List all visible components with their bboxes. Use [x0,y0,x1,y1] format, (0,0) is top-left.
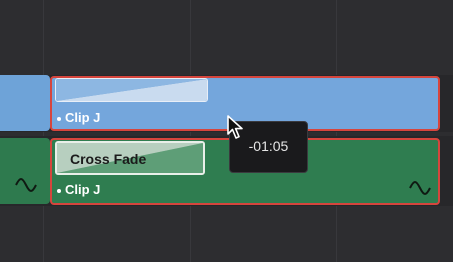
cross-fade-transition[interactable]: Cross Fade [55,141,205,175]
transition-ramp-icon [56,79,207,101]
label-dot-icon [57,188,61,193]
video-clip-name: Clip J [65,110,101,125]
timeline: Clip J Cross Fade Clip J -01:05 [0,0,453,262]
video-clip-previous[interactable] [0,75,50,131]
audio-clip-name: Clip J [65,182,101,197]
video-transition-handle[interactable] [55,78,208,102]
clip-label: Clip J [57,110,100,125]
audio-clip-previous[interactable] [0,138,50,204]
label-dot-icon [57,116,61,121]
mouse-cursor-icon [227,115,243,139]
audio-fade-curve-icon[interactable] [409,181,431,195]
audio-fade-curve-icon[interactable] [15,178,37,192]
clip-label: Clip J [57,182,100,197]
transition-title: Cross Fade [70,151,147,167]
